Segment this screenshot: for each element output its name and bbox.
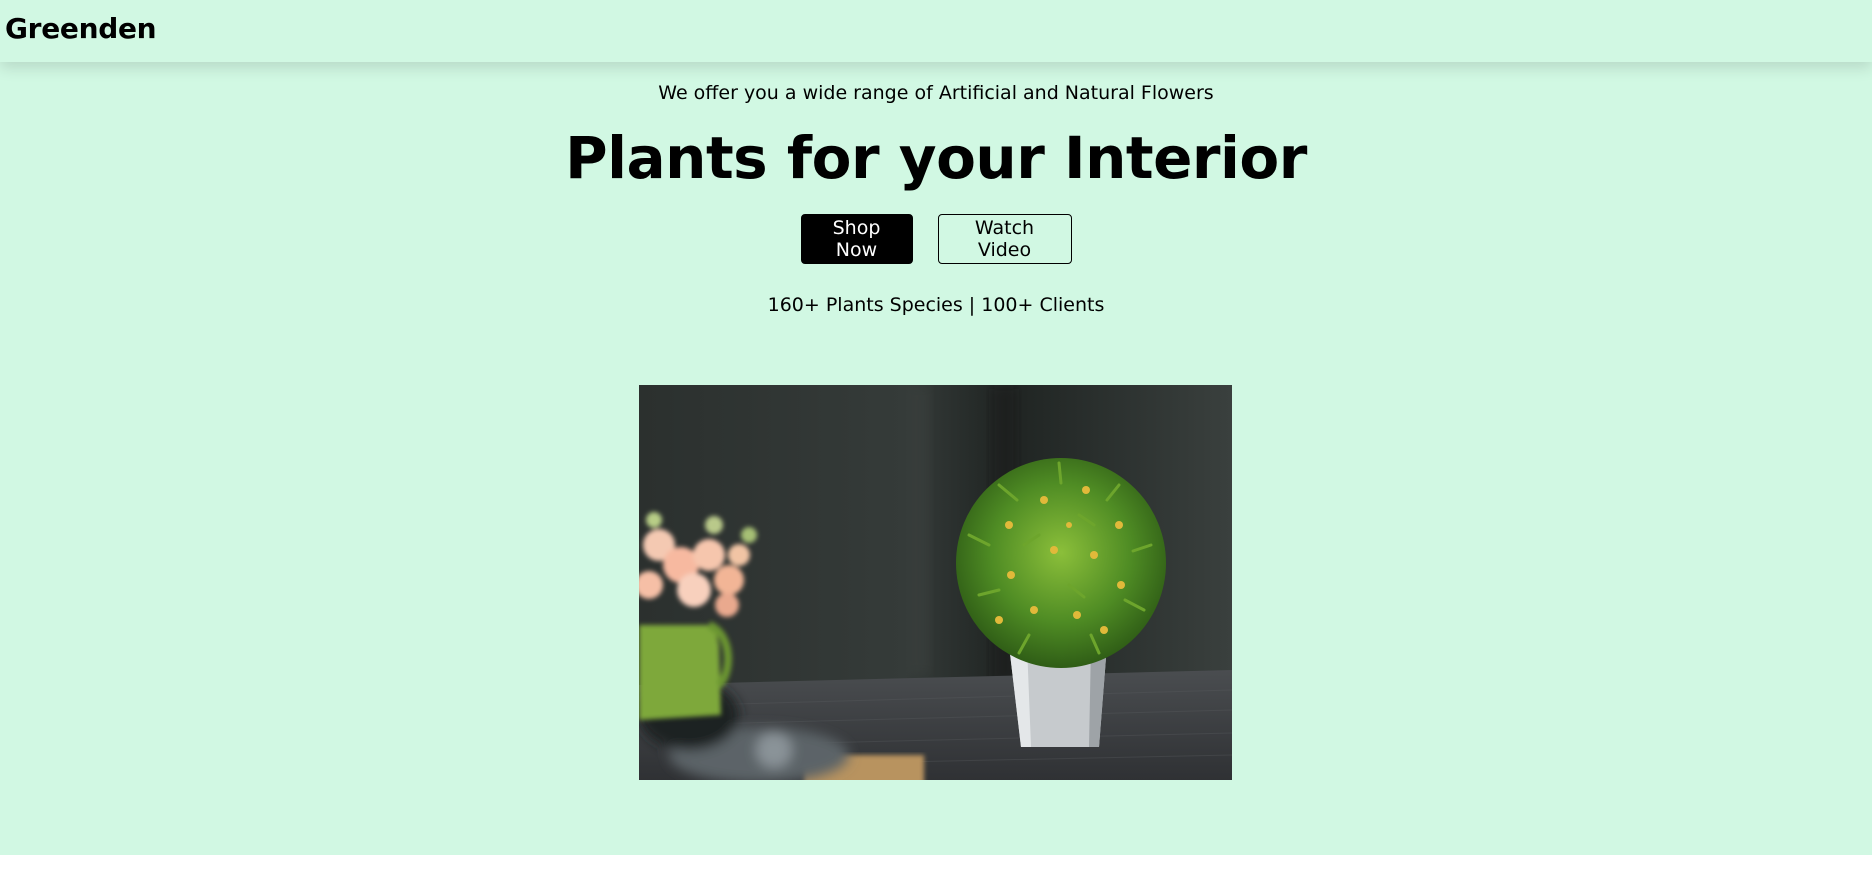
hero-headline: Plants for your Interior <box>565 124 1307 192</box>
hero-stats: 160+ Plants Species | 100+ Clients <box>767 294 1105 316</box>
hero-buttons: Shop Now Watch Video <box>0 214 1872 264</box>
watch-video-button[interactable]: Watch Video <box>937 214 1072 264</box>
hero-tagline: We offer you a wide range of Artificial … <box>658 82 1214 104</box>
hero-section: Greenden We offer you a wide range of Ar… <box>0 0 1872 855</box>
potted-plant-photo <box>639 385 1232 780</box>
shop-now-button[interactable]: Shop Now <box>800 214 913 264</box>
brand-logo[interactable]: Greenden <box>5 12 157 45</box>
navbar: Greenden <box>0 0 1872 62</box>
